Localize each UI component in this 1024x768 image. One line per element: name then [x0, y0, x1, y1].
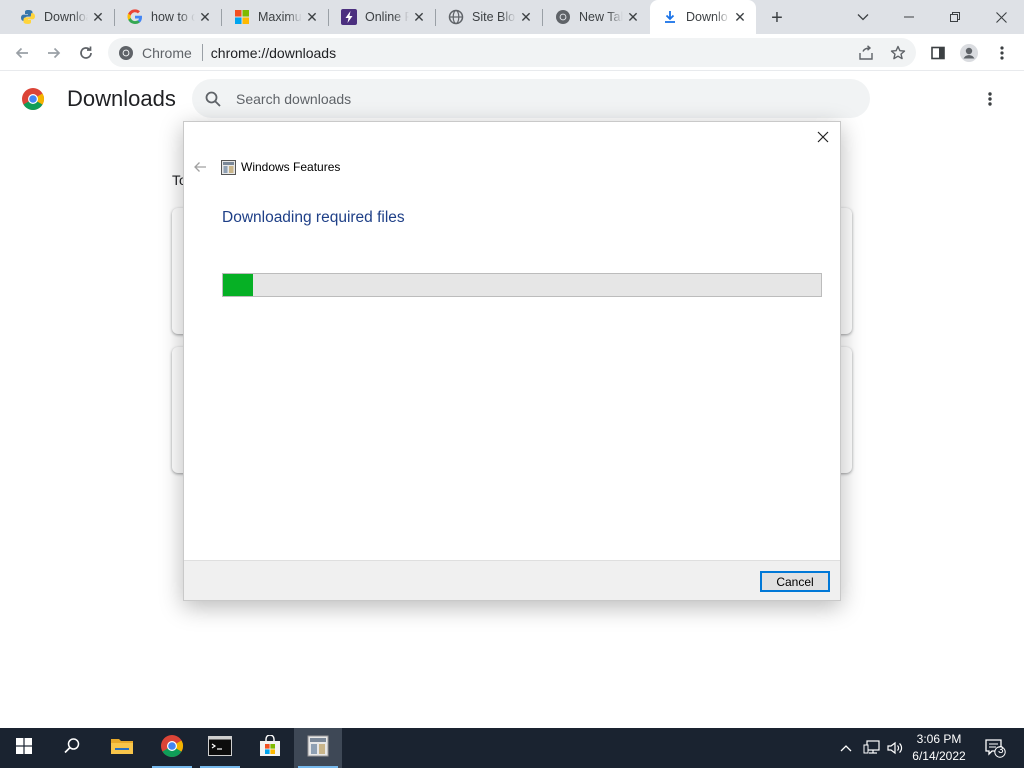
reload-button[interactable] [72, 39, 100, 67]
clock-time: 3:06 PM [916, 732, 962, 746]
taskbar-terminal[interactable] [196, 728, 244, 768]
download-progress-bar [222, 273, 822, 297]
cancel-button[interactable]: Cancel [760, 571, 830, 592]
window-close-button[interactable] [978, 0, 1024, 34]
taskbar-search-button[interactable] [48, 728, 96, 768]
dialog-heading: Downloading required files [222, 209, 405, 226]
chrome-icon [555, 9, 571, 25]
close-icon[interactable]: ✕ [411, 9, 427, 25]
windows-features-icon [307, 735, 329, 762]
search-icon [204, 90, 222, 108]
dialog-footer: Cancel [184, 560, 840, 600]
windows-features-dialog: Windows Features Downloading required fi… [183, 121, 841, 601]
bolt-icon [341, 9, 357, 25]
notification-count-badge: 3 [998, 745, 1004, 756]
chrome-icon [160, 734, 184, 763]
show-hidden-icons-chevron-icon[interactable] [836, 728, 856, 768]
action-center-button[interactable]: 3 [980, 728, 1010, 768]
python-icon [20, 9, 36, 25]
taskbar-file-explorer[interactable] [98, 728, 146, 768]
close-icon[interactable]: ✕ [304, 9, 320, 25]
terminal-icon [208, 735, 232, 761]
start-button[interactable] [0, 728, 48, 768]
side-panel-icon[interactable] [928, 43, 948, 63]
more-actions-icon[interactable] [980, 87, 1000, 111]
profile-avatar-icon[interactable] [959, 43, 979, 63]
file-explorer-icon [110, 736, 134, 761]
search-box[interactable] [192, 79, 870, 118]
tab-google-search[interactable]: how to c ✕ [115, 0, 221, 34]
search-icon [63, 737, 81, 760]
close-icon[interactable]: ✕ [518, 9, 534, 25]
site-label: Chrome [142, 44, 192, 61]
dialog-app-title: Windows Features [241, 160, 341, 174]
network-icon[interactable] [860, 728, 884, 768]
taskbar-store[interactable] [246, 728, 294, 768]
tab-python-download[interactable]: Download ✕ [8, 0, 114, 34]
taskbar-chrome[interactable] [148, 728, 196, 768]
tab-title: New Tab [579, 10, 623, 24]
system-clock[interactable]: 3:06 PM 6/14/2022 [906, 731, 972, 765]
back-arrow-icon[interactable] [192, 160, 208, 174]
downloads-header: Downloads [0, 71, 1024, 127]
taskbar-windows-features[interactable] [294, 728, 342, 768]
forward-button[interactable] [40, 39, 68, 67]
tab-title: how to c [151, 10, 195, 24]
close-icon[interactable]: ✕ [732, 9, 748, 25]
progress-fill [223, 274, 253, 296]
volume-icon[interactable] [884, 728, 906, 768]
tab-online-tool[interactable]: Online P ✕ [329, 0, 435, 34]
close-icon[interactable]: ✕ [90, 9, 106, 25]
close-icon[interactable]: ✕ [197, 9, 213, 25]
windows-taskbar: 3:06 PM 6/14/2022 3 [0, 728, 1024, 768]
restore-button[interactable] [932, 0, 978, 34]
tab-title: Download [44, 10, 88, 24]
tab-site-blocker[interactable]: Site Blo ✕ [436, 0, 542, 34]
bookmark-star-icon[interactable] [888, 43, 908, 63]
omnibox-divider [201, 44, 203, 61]
google-icon [127, 9, 143, 25]
globe-icon [448, 9, 464, 25]
tab-title: Online P [365, 10, 409, 24]
microsoft-icon [234, 9, 250, 25]
chrome-menu-icon[interactable] [992, 43, 1012, 63]
search-input[interactable] [236, 90, 836, 107]
chrome-icon [118, 45, 134, 61]
tab-title: Site Blo [472, 10, 516, 24]
page-title: Downloads [67, 86, 176, 111]
start-icon [16, 737, 32, 759]
tab-strip: Download ✕ how to c ✕ Maximum ✕ Online P… [0, 0, 1024, 34]
address-bar[interactable]: Chrome chrome://downloads [108, 38, 916, 67]
site-chip[interactable]: Chrome [108, 45, 192, 61]
tab-downloads-active[interactable]: Downlo ✕ [650, 0, 756, 34]
windows-features-icon [221, 160, 236, 175]
minimize-button[interactable] [886, 0, 932, 34]
new-tab-button[interactable]: + [766, 7, 788, 29]
tab-new-tab[interactable]: New Tab ✕ [543, 0, 649, 34]
store-icon [259, 733, 281, 762]
chrome-logo-icon [21, 87, 45, 111]
close-icon[interactable]: ✕ [625, 9, 641, 25]
dialog-close-icon[interactable] [814, 128, 832, 146]
browser-toolbar: Chrome chrome://downloads [0, 34, 1024, 71]
tab-title: Maximum [258, 10, 302, 24]
url-text[interactable]: chrome://downloads [211, 45, 336, 61]
tab-microsoft-maximum[interactable]: Maximum ✕ [222, 0, 328, 34]
share-icon[interactable] [856, 43, 876, 63]
back-button[interactable] [8, 39, 36, 67]
tab-search-chevron-icon[interactable] [840, 0, 886, 34]
tab-title: Downlo [686, 10, 728, 24]
download-icon [662, 9, 678, 25]
clock-date: 6/14/2022 [912, 749, 966, 763]
